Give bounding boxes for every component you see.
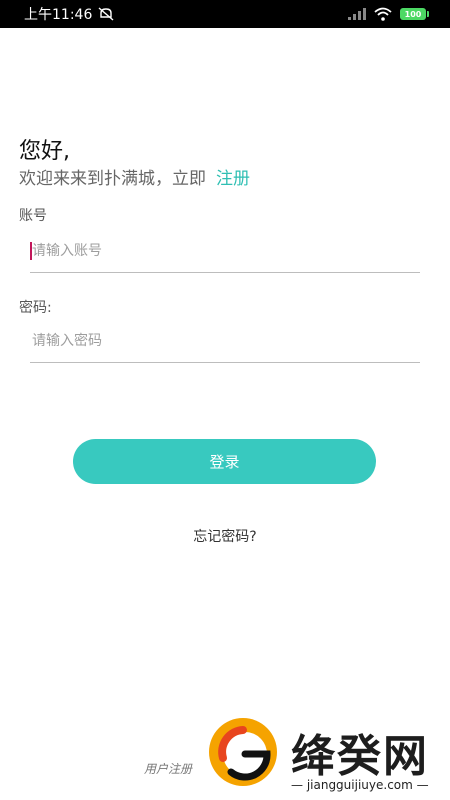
register-link[interactable]: 注册 [216, 169, 250, 189]
wifi-icon [374, 7, 392, 21]
password-field [30, 322, 420, 363]
mute-icon [98, 7, 114, 21]
watermark-text: 绛癸网 [291, 731, 429, 782]
watermark-url: — jiangguijiuye.com — [291, 778, 429, 792]
status-bar-left: 上午11:46 [24, 4, 114, 24]
text-cursor [30, 242, 32, 260]
greeting-title: 您好, [19, 139, 70, 164]
user-register-link[interactable]: 用户注册 [144, 760, 192, 777]
status-bar-right: 100 [348, 7, 429, 21]
watermark-logo-icon [209, 718, 277, 786]
login-button[interactable]: 登录 [73, 439, 376, 484]
status-time: 上午11:46 [24, 7, 93, 23]
password-label: 密码: [19, 300, 52, 316]
account-field [30, 232, 420, 273]
forgot-password-link[interactable]: 忘记密码? [0, 526, 450, 546]
welcome-message: 欢迎来来到扑满城，立即 [19, 169, 206, 189]
signal-icon [348, 8, 366, 20]
account-input[interactable] [30, 232, 420, 270]
welcome-text: 欢迎来来到扑满城，立即 注册 [19, 164, 250, 189]
watermark: 绛癸网 — jiangguijiuye.com — [205, 714, 445, 800]
status-bar: 上午11:46 100 [0, 0, 450, 28]
account-label: 账号 [19, 208, 47, 224]
battery-icon: 100 [400, 8, 429, 20]
password-input[interactable] [30, 322, 420, 360]
